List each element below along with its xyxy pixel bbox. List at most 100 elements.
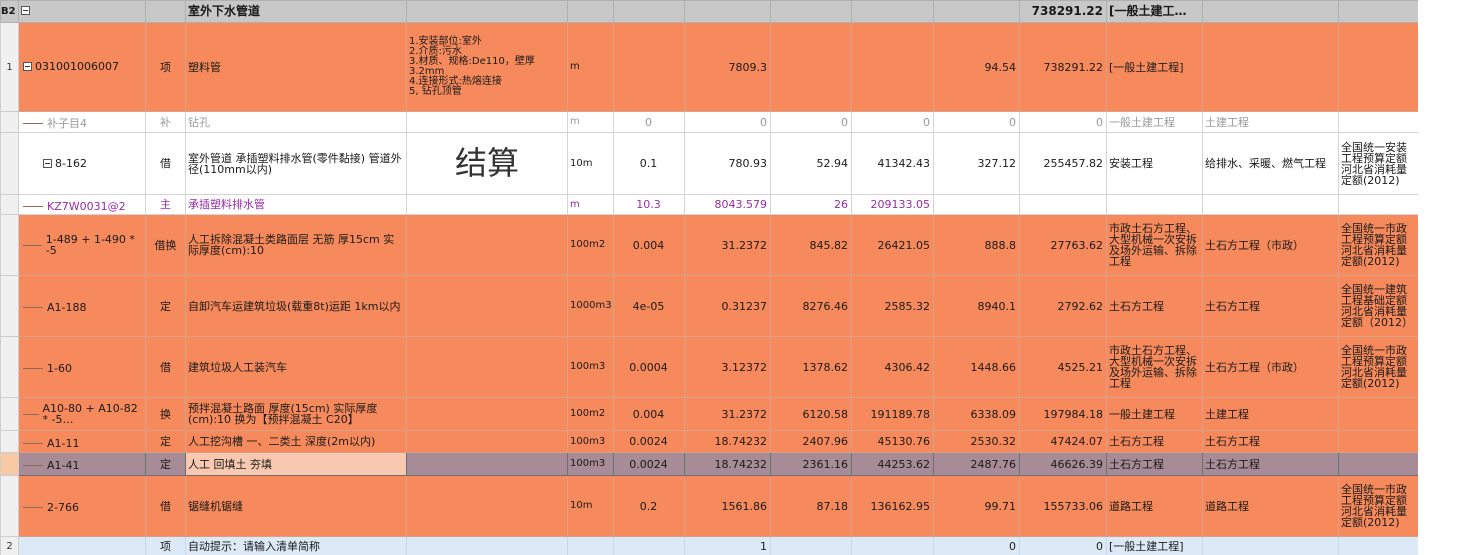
item-type[interactable]: 主 (145, 194, 186, 215)
item-name[interactable]: 室外管道 承插塑料排水管(零件黏接) 管道外径(110mm以内) (185, 132, 407, 195)
item-subcategory[interactable]: 土石方工程（市政） (1202, 336, 1339, 398)
item-subcategory[interactable]: 土建工程 (1202, 397, 1339, 431)
item-code[interactable]: A1-11 (18, 430, 146, 453)
item-code[interactable]: A10-80 + A10-82 * -5… (18, 397, 146, 431)
item-composite-price[interactable]: 94.54 (933, 22, 1020, 112)
item-total[interactable]: 46626.39 (1019, 452, 1107, 476)
item-unit[interactable] (567, 536, 614, 555)
item-main-total[interactable]: 45130.76 (851, 430, 934, 453)
item-specialty[interactable]: 道路工程 (1106, 475, 1203, 537)
item-composite-price[interactable]: 327.12 (933, 132, 1020, 195)
item-specialty[interactable]: 安装工程 (1106, 132, 1203, 195)
item-unit-price[interactable]: 845.82 (770, 214, 852, 276)
item-code[interactable]: A1-41 (18, 452, 146, 476)
item-main-total[interactable]: 191189.78 (851, 397, 934, 431)
item-quantity[interactable]: 0.0024 (613, 452, 685, 476)
item-type[interactable]: 借 (145, 336, 186, 398)
item-amount[interactable]: 3.12372 (684, 336, 771, 398)
item-unit[interactable]: 1000m3 (567, 275, 614, 337)
item-unit-price[interactable]: 1378.62 (770, 336, 852, 398)
item-amount[interactable]: 31.2372 (684, 214, 771, 276)
item-unit-price[interactable]: 2407.96 (770, 430, 852, 453)
table-row[interactable]: 补子目4 补钻孔 m 0 0 0 0 0 0 一般土建工程 土建工程 (0, 111, 1418, 133)
item-amount[interactable]: 31.2372 (684, 397, 771, 431)
item-code[interactable]: 1-60 (18, 336, 146, 398)
item-quantity[interactable]: 10.3 (613, 194, 685, 215)
item-total[interactable]: 197984.18 (1019, 397, 1107, 431)
item-amount[interactable]: 18.74232 (684, 452, 771, 476)
table-row[interactable]: A1-41 定人工 回填土 夯填 100m3 0.0024 18.74232 2361.1… (0, 452, 1418, 476)
collapse-icon[interactable] (43, 158, 52, 168)
item-unit[interactable]: m (567, 194, 614, 215)
item-quantity[interactable]: 0.0024 (613, 430, 685, 453)
item-composite-price[interactable]: 2487.76 (933, 452, 1020, 476)
table-row[interactable]: 2-766 借锯缝机锯缝 10m 0.2 1561.86 87.18 136162.95 99… (0, 475, 1418, 537)
item-specialty[interactable]: [一般土建工程] (1106, 536, 1203, 555)
item-composite-price[interactable]: 0 (933, 111, 1020, 133)
item-amount[interactable]: 780.93 (684, 132, 771, 195)
item-quantity[interactable]: 0 (613, 111, 685, 133)
item-quantity[interactable]: 0.0004 (613, 336, 685, 398)
item-specialty[interactable] (1106, 194, 1203, 215)
item-subcategory[interactable] (1202, 536, 1339, 555)
item-amount[interactable]: 1 (684, 536, 771, 555)
item-composite-price[interactable]: 1448.66 (933, 336, 1020, 398)
section-header-row[interactable]: B2 室外下水管道 738291.22 [一般土建工… (0, 0, 1418, 23)
item-subcategory[interactable] (1202, 194, 1339, 215)
item-quantity[interactable]: 0.004 (613, 214, 685, 276)
item-subcategory[interactable]: 土石方工程 (1202, 452, 1339, 476)
item-specialty[interactable]: 一般土建工程 (1106, 111, 1203, 133)
item-name[interactable]: 钻孔 (185, 111, 407, 133)
item-type[interactable]: 借 (145, 475, 186, 537)
item-unit[interactable]: m (567, 111, 614, 133)
item-name[interactable]: 人工挖沟槽 一、二类土 深度(2m以内) (185, 430, 407, 453)
item-main-total[interactable]: 44253.62 (851, 452, 934, 476)
item-quantity[interactable]: 4e-05 (613, 275, 685, 337)
item-amount[interactable]: 0.31237 (684, 275, 771, 337)
item-quota-lib[interactable] (1338, 536, 1418, 555)
item-subcategory[interactable]: 道路工程 (1202, 475, 1339, 537)
item-amount[interactable]: 0 (684, 111, 771, 133)
item-code[interactable] (18, 536, 146, 555)
item-type[interactable]: 项 (145, 22, 186, 112)
item-total[interactable] (1019, 194, 1107, 215)
item-specialty[interactable]: [一般土建工程] (1106, 22, 1203, 112)
table-row[interactable]: KZ7W0031@2 主承插塑料排水管 m 10.3 8043.579 26 209133.… (0, 194, 1418, 215)
item-specialty[interactable]: 土石方工程 (1106, 452, 1203, 476)
item-name[interactable]: 预拌混凝土路面 厚度(15cm) 实际厚度(cm):10 换为【预拌混凝土 C2… (185, 397, 407, 431)
item-quota-lib[interactable] (1338, 430, 1418, 453)
item-composite-price[interactable]: 6338.09 (933, 397, 1020, 431)
item-type[interactable]: 定 (145, 275, 186, 337)
item-name[interactable]: 塑料管 (185, 22, 407, 112)
item-composite-price[interactable]: 2530.32 (933, 430, 1020, 453)
item-main-total[interactable]: 0 (851, 111, 934, 133)
item-total[interactable]: 27763.62 (1019, 214, 1107, 276)
item-quantity[interactable]: 0.004 (613, 397, 685, 431)
watermark-text[interactable]: 结算 (406, 132, 568, 195)
item-subcategory[interactable]: 土石方工程 (1202, 275, 1339, 337)
item-unit-price[interactable]: 26 (770, 194, 852, 215)
item-main-total[interactable]: 26421.05 (851, 214, 934, 276)
item-unit-price[interactable]: 6120.58 (770, 397, 852, 431)
item-unit[interactable]: m (567, 22, 614, 112)
item-feature[interactable] (406, 475, 568, 537)
item-quota-lib[interactable]: 全国统一市政工程预算定额河北省消耗量定额(2012) (1338, 475, 1418, 537)
item-unit[interactable]: 10m (567, 475, 614, 537)
item-code[interactable]: 031001006007 (18, 22, 146, 112)
item-total[interactable]: 738291.22 (1019, 22, 1107, 112)
item-amount[interactable]: 1561.86 (684, 475, 771, 537)
item-quota-lib[interactable]: 全国统一市政工程预算定额河北省消耗量定额(2012) (1338, 336, 1418, 398)
item-type[interactable]: 换 (145, 397, 186, 431)
item-feature[interactable] (406, 452, 568, 476)
item-subcategory[interactable] (1202, 22, 1339, 112)
item-unit-price[interactable] (770, 536, 852, 555)
item-code[interactable]: 1-489 + 1-490 * -5 (18, 214, 146, 276)
item-unit[interactable]: 10m (567, 132, 614, 195)
item-unit[interactable]: 100m3 (567, 336, 614, 398)
item-specialty[interactable]: 市政土石方工程、大型机械一次安拆及场外运输、拆除工程 (1106, 336, 1203, 398)
item-quota-lib[interactable]: 全国统一市政工程预算定额河北省消耗量定额(2012) (1338, 214, 1418, 276)
item-composite-price[interactable]: 8940.1 (933, 275, 1020, 337)
item-feature[interactable] (406, 336, 568, 398)
item-main-total[interactable] (851, 536, 934, 555)
item-total[interactable]: 155733.06 (1019, 475, 1107, 537)
